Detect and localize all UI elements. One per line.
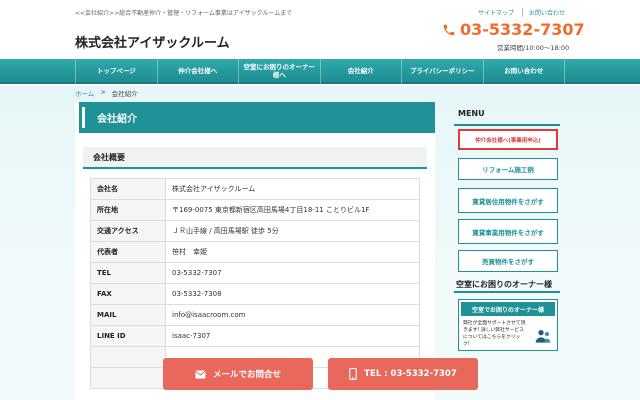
menu-divider [454, 124, 560, 126]
header-phone[interactable]: 03-5332-7307 [442, 20, 585, 39]
table-row: 代表者 笹村 幸姫 [90, 241, 420, 263]
owner-banner-title: 空室でお困りのオーナー様 [461, 302, 555, 316]
menu-title: MENU [458, 109, 485, 118]
people-icon [535, 330, 551, 343]
global-nav: トップページ 仲介会社様へ 空室にお困りのオーナー様へ 会社紹介 プライバシーポ… [0, 59, 640, 84]
phone-number: 03-5332-7307 [460, 20, 585, 39]
residential-rent-button[interactable]: 賃貸居住用物件をさがす [458, 188, 558, 213]
breadcrumb-separator: > [100, 88, 106, 96]
table-row: FAX 03-5332-7308 [90, 283, 420, 305]
table-row: 交通アクセス ＪＲ山手線 / 高田馬場駅 徒歩 5分 [90, 220, 420, 242]
mail-contact-label: メールでお問合せ [212, 370, 281, 380]
phone-icon [443, 24, 455, 35]
company-logo[interactable]: 株式会社アイザックルーム [75, 32, 230, 51]
broker-apply-button[interactable]: 仲介会社様へ(事業用申込) [458, 129, 558, 150]
owner-banner[interactable]: 空室でお困りのオーナー様 弊社が全面サポートさせて頂きます! 詳しい弊社サービス… [458, 299, 558, 351]
nav-company[interactable]: 会社紹介 [319, 59, 402, 84]
nav-owners[interactable]: 空室にお困りのオーナー様へ [238, 59, 320, 84]
row-label [90, 367, 166, 389]
row-label: 会社名 [90, 178, 166, 200]
table-row: 所在地 〒169-0075 東京都新宿区高田馬場4丁目18-11 ことりビル1F [90, 199, 420, 221]
section-title: 会社概要 [83, 147, 427, 169]
row-label: MAIL [90, 304, 166, 326]
nav-brokers[interactable]: 仲介会社様へ [156, 59, 239, 84]
row-value: isaac-7307 [165, 325, 420, 347]
row-value: 〒169-0075 東京都新宿区高田馬場4丁目18-11 ことりビル1F [165, 199, 420, 221]
smartphone-icon [349, 368, 358, 380]
table-row: LINE ID isaac-7307 [90, 325, 420, 347]
tel-contact-button[interactable]: TEL : 03-5332-7307 [328, 358, 478, 390]
nav-contact[interactable]: お問い合わせ [482, 59, 565, 84]
commercial-rent-button[interactable]: 賃貸事業用物件をさがす [458, 219, 558, 244]
nav-top[interactable]: トップページ [75, 59, 157, 84]
row-label [90, 346, 166, 368]
breadcrumb-home[interactable]: ホーム [75, 88, 94, 98]
nav-privacy[interactable]: プライバシーポリシー [401, 59, 483, 84]
sitemap-link[interactable]: サイトマップ [478, 8, 514, 17]
sidebar: MENU 仲介会社様へ(事業用申込) リフォーム施工例 賃貸居住用物件をさがす … [450, 102, 565, 351]
breadcrumb: ホーム > 会社紹介 [75, 88, 138, 98]
sale-property-button[interactable]: 売買物件をさがす [458, 250, 558, 272]
row-label: 所在地 [90, 199, 166, 221]
row-value[interactable]: info@isaacroom.com [165, 304, 420, 326]
row-value: ＪＲ山手線 / 高田馬場駅 徒歩 5分 [165, 220, 420, 242]
table-row: MAIL info@isaacroom.com [90, 304, 420, 326]
row-label: 代表者 [90, 241, 166, 263]
reform-examples-button[interactable]: リフォーム施工例 [458, 158, 558, 180]
mail-contact-button[interactable]: メールでお問合せ [163, 358, 313, 390]
row-label: FAX [90, 283, 166, 305]
top-links: サイトマップ お問い合わせ [478, 8, 565, 17]
breadcrumb-current: 会社紹介 [111, 90, 138, 98]
owner-banner-text: 弊社が全面サポートさせて頂きます! 詳しい弊社サービスについてはこちらをクリック… [463, 321, 526, 347]
contact-link[interactable]: お問い合わせ [522, 8, 565, 17]
main-content: 会社紹介 会社概要 会社名 株式会社アイザックルーム 所在地 〒169-0075 東… [75, 102, 435, 400]
tel-contact-label: TEL : 03-5332-7307 [364, 369, 457, 379]
owner-section-title: 空室にお困りのオーナー様 [456, 280, 552, 289]
site-tagline: <<会社紹介>>総合不動産仲介・管理・リフォーム事業はアイザックルームまで [75, 10, 293, 17]
row-label: 交通アクセス [90, 220, 166, 242]
page-title: 会社紹介 [75, 102, 435, 133]
row-value: 03-5332-7307 [165, 262, 420, 284]
row-value: 03-5332-7308 [165, 283, 420, 305]
mail-icon [195, 370, 206, 378]
owner-divider [454, 291, 560, 293]
row-label: LINE ID [90, 325, 166, 347]
business-hours: 営業時間/10:00～18:00 [497, 44, 570, 52]
table-row: 会社名 株式会社アイザックルーム [90, 178, 420, 200]
row-value: 株式会社アイザックルーム [165, 178, 420, 200]
table-row: TEL 03-5332-7307 [90, 262, 420, 284]
row-label: TEL [90, 262, 166, 284]
row-value: 笹村 幸姫 [165, 241, 420, 263]
